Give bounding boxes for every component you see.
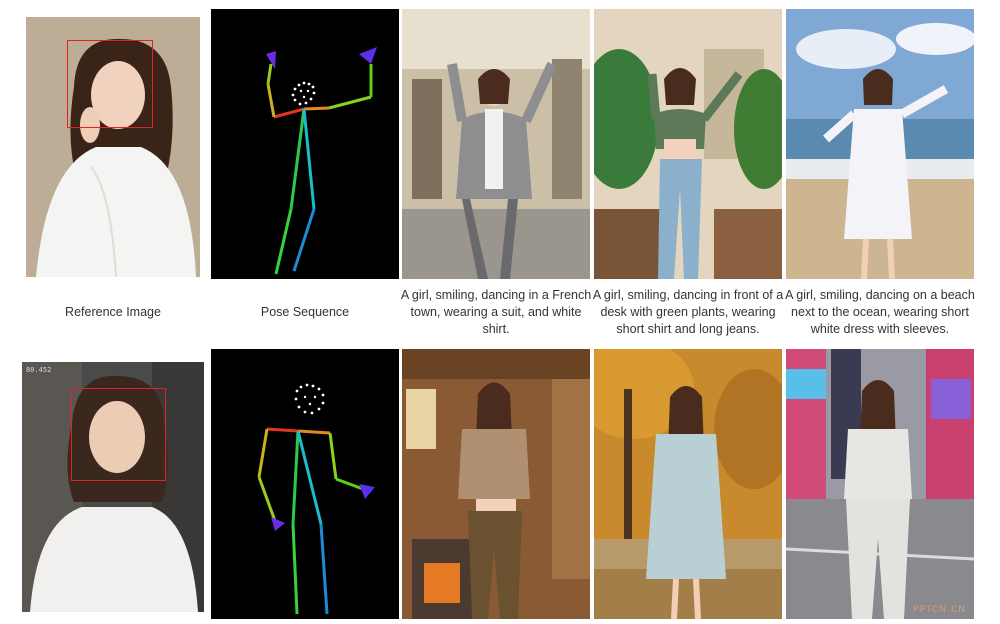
generated-image-beach [786, 9, 974, 279]
face-box-1 [67, 40, 153, 128]
generated-image-autumn-park [594, 349, 782, 619]
generated-image-cabin [402, 349, 590, 619]
pose-image-2 [211, 349, 399, 619]
watermark: PPTCN.CN [913, 605, 966, 615]
face-box-2 [71, 388, 166, 481]
caption-pose-sequence: Pose Sequence [260, 305, 350, 319]
caption-french-town: A girl, smiling, dancing in a French tow… [400, 288, 592, 336]
caption-desk-plants: A girl, smiling, dancing in front of a d… [592, 288, 784, 336]
pose-image-1 [211, 9, 399, 279]
frame-label: 80.452 [26, 366, 52, 374]
generated-image-desk-plants [594, 9, 782, 279]
generated-image-city: PPTCN.CN [786, 349, 974, 619]
caption-beach: A girl, smiling, dancing on a beach next… [785, 288, 975, 336]
generated-image-french-town [402, 9, 590, 279]
caption-reference-image: Reference Image [65, 305, 161, 319]
